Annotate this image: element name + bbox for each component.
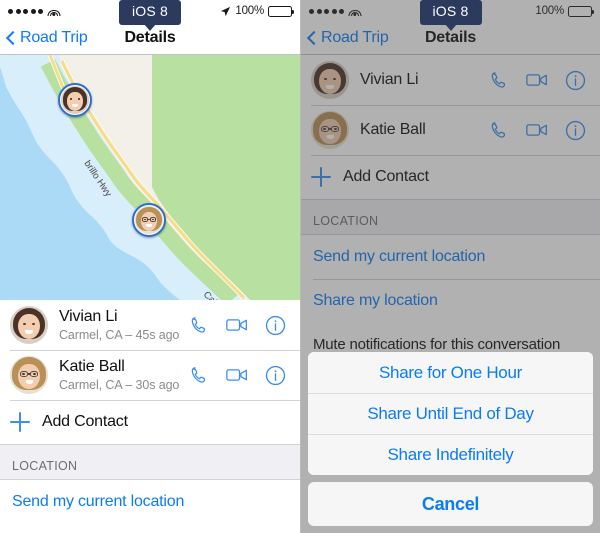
cancel-button[interactable]: Cancel [308,482,593,526]
contact-text: Vivian Li Carmel, CA – 45s ago [59,308,189,342]
phone-icon[interactable] [189,365,209,385]
add-contact-button[interactable]: Add Contact [0,400,300,444]
video-camera-icon[interactable] [226,316,248,334]
share-end-of-day-button[interactable]: Share Until End of Day [308,393,593,434]
section-header-location: LOCATION [0,444,300,480]
add-contact-label: Add Contact [42,413,128,430]
status-left-group [8,6,60,16]
contact-subtitle: Carmel, CA – 30s ago [59,378,180,393]
dual-screenshot-comparison: 100% iOS 8 Road Trip Details brillo Hwy … [0,0,600,533]
info-circle-icon[interactable] [265,315,286,336]
details-list: Vivian Li Carmel, CA – 45s ago Katie Bal… [0,300,300,524]
page-title: Details [124,29,176,46]
avatar [61,86,89,114]
status-right-group: 100% [220,5,295,17]
back-button-label: Road Trip [20,29,88,46]
info-circle-icon[interactable] [265,365,286,386]
contact-name: Vivian Li [59,307,118,325]
send-current-location-button[interactable]: Send my current location [0,480,300,524]
avatar [10,356,48,394]
share-location-action-sheet: Share for One Hour Share Until End of Da… [301,352,600,533]
ios8-badge: iOS 8 [419,0,482,25]
action-sheet-options-group: Share for One Hour Share Until End of Da… [308,352,593,475]
location-arrow-icon [220,6,231,17]
phone-icon[interactable] [189,315,209,335]
contact-subtitle: Carmel, CA – 45s ago [59,328,180,343]
share-one-hour-button[interactable]: Share for One Hour [308,352,593,393]
wifi-icon [47,6,60,16]
ios8-badge: iOS 8 [118,0,182,25]
contact-row-vivian[interactable]: Vivian Li Carmel, CA – 45s ago [0,300,300,350]
battery-percent-label: 100% [235,5,264,17]
chevron-left-icon [6,30,16,46]
share-indefinitely-button[interactable]: Share Indefinitely [308,434,593,475]
contact-row-katie[interactable]: Katie Ball Carmel, CA – 30s ago [0,350,300,400]
battery-full-icon [268,5,295,17]
plus-icon [10,412,30,432]
signal-dots-icon [8,8,43,14]
contact-text: Katie Ball Carmel, CA – 30s ago [59,358,189,392]
back-button[interactable]: Road Trip [6,29,88,47]
map-pin-katie[interactable] [132,203,166,237]
video-camera-icon[interactable] [226,366,248,384]
contact-name: Katie Ball [59,357,125,375]
avatar [10,306,48,344]
contact-actions [189,315,290,336]
right-phone-screen: 100% iOS 8 Road Trip Details Vivian Li K… [300,0,600,533]
contact-actions [189,365,290,386]
map-canvas: brillo Hwy Cabrill [0,55,300,300]
avatar [135,206,163,234]
map-pin-vivian[interactable] [58,83,92,117]
map-view[interactable]: brillo Hwy Cabrill [0,55,300,300]
left-phone-screen: 100% iOS 8 Road Trip Details brillo Hwy … [0,0,300,533]
